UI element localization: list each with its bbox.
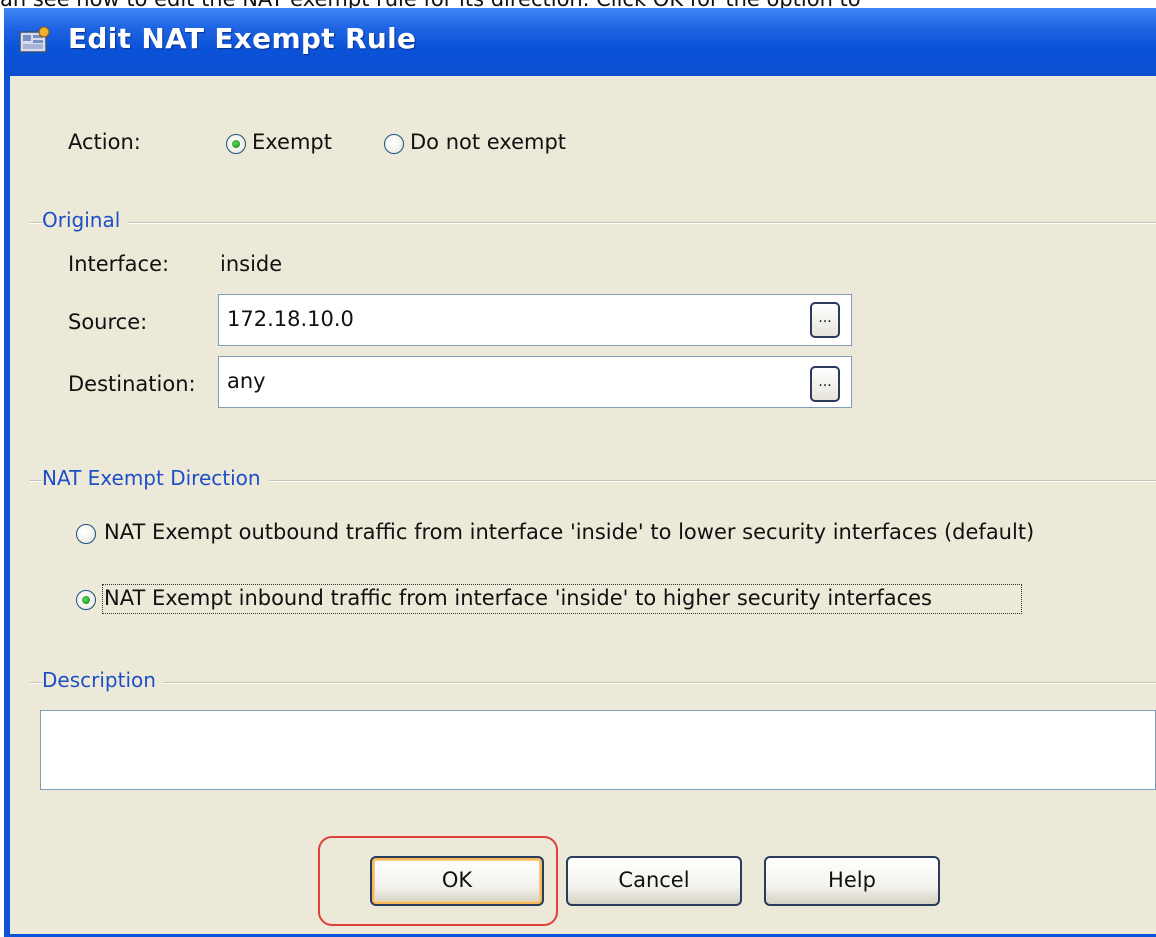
do-not-exempt-radio-label[interactable]: Do not exempt xyxy=(410,130,566,154)
destination-browse-button[interactable]: ... xyxy=(810,366,840,402)
help-button[interactable]: Help xyxy=(764,856,940,906)
edit-nat-exempt-dialog: Edit NAT Exempt Rule Action: Exempt Do n… xyxy=(4,8,1156,937)
source-label: Source: xyxy=(68,310,148,334)
action-label: Action: xyxy=(68,130,141,154)
inbound-direction-radio[interactable] xyxy=(76,590,96,610)
destination-input[interactable]: any xyxy=(218,356,852,408)
outbound-direction-radio[interactable] xyxy=(76,524,96,544)
dialog-body: Action: Exempt Do not exempt Original In… xyxy=(10,76,1156,934)
app-icon xyxy=(19,26,50,53)
ok-button[interactable]: OK xyxy=(370,856,544,906)
source-input[interactable]: 172.18.10.0 xyxy=(218,294,852,346)
focus-indicator xyxy=(102,584,1022,614)
cancel-button[interactable]: Cancel xyxy=(566,856,742,906)
original-group-divider xyxy=(30,222,1156,224)
destination-label: Destination: xyxy=(68,372,196,396)
outbound-direction-label[interactable]: NAT Exempt outbound traffic from interfa… xyxy=(104,520,1034,544)
description-group-divider xyxy=(30,682,1156,684)
exempt-radio-label[interactable]: Exempt xyxy=(252,130,332,154)
original-group-label: Original xyxy=(42,208,129,232)
interface-value: inside xyxy=(220,252,283,276)
interface-label: Interface: xyxy=(68,252,170,276)
source-browse-button[interactable]: ... xyxy=(810,302,840,338)
description-group-label: Description xyxy=(42,668,164,692)
do-not-exempt-radio[interactable] xyxy=(384,134,404,154)
title-bar[interactable]: Edit NAT Exempt Rule xyxy=(4,8,1156,76)
exempt-radio[interactable] xyxy=(226,134,246,154)
description-textarea[interactable] xyxy=(40,710,1156,790)
direction-group-label: NAT Exempt Direction xyxy=(42,466,269,490)
window-title: Edit NAT Exempt Rule xyxy=(68,22,417,55)
